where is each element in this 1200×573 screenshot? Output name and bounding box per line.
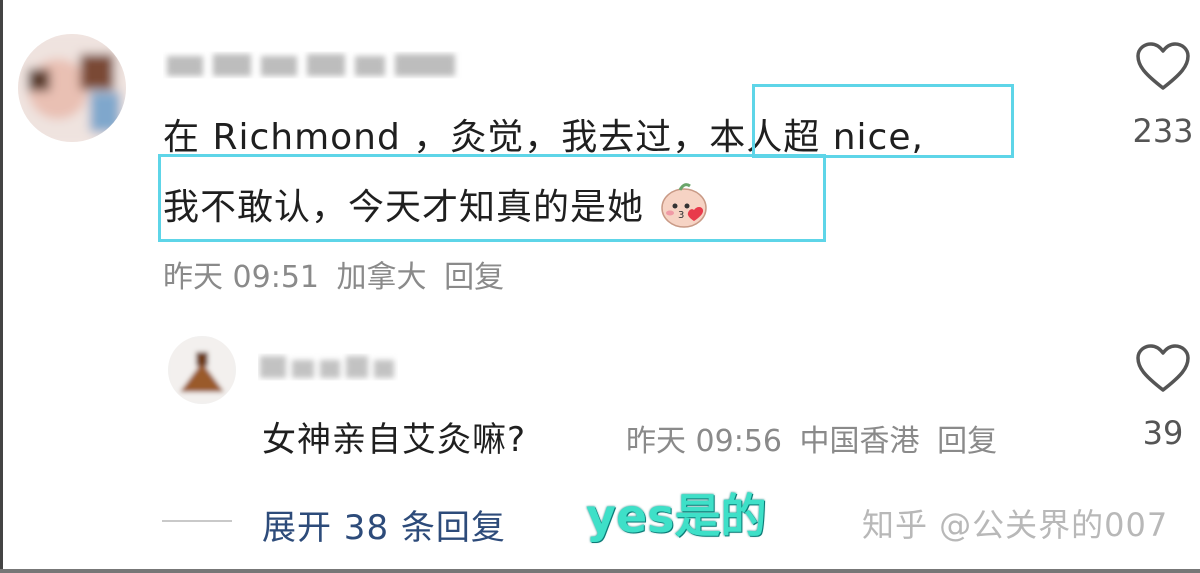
reply-avatar[interactable] [168,336,236,404]
blurred-avatar-image [168,336,236,404]
expand-replies-button[interactable]: 展开 38 条回复 [262,500,506,549]
highlight-box-top [752,84,1014,158]
blurred-username-image [167,54,455,76]
comment-time: 昨天 09:51 [163,260,319,295]
highlight-box-bottom [158,154,826,242]
commenter-avatar[interactable] [18,34,126,142]
comment-like-count: 233 [1132,112,1194,150]
reply-time: 昨天 09:56 [626,424,782,459]
overlay-caption: yes是的 [586,489,767,543]
commenter-username-blurred[interactable] [163,48,463,82]
comment-reply-button[interactable]: 回复 [444,260,504,295]
comment-like-button[interactable] [1135,42,1191,92]
blurred-username-image [260,356,394,378]
heart-outline-icon [1136,42,1190,90]
reply-location: 中国香港 [799,424,920,459]
blurred-avatar-image [18,34,126,142]
comment-thread: 在 Richmond ，灸觉，我去过，本人超 nice, 我不敢认，今天才知真的… [0,0,1200,573]
reply-like-count: 39 [1142,414,1184,452]
heart-outline-icon [1136,344,1190,392]
reply-reply-button[interactable]: 回复 [937,424,997,459]
comment-meta: 昨天 09:51 加拿大 回复 [163,252,504,296]
expand-divider-line [162,520,232,522]
reply-text: 女神亲自艾灸嘛? [262,420,527,460]
reply-like-button[interactable] [1135,344,1191,394]
screen-edge-bottom [0,569,1200,573]
watermark: 知乎 @公关界的007 [862,506,1169,544]
reply-meta: 昨天 09:56 中国香港 回复 [626,416,997,460]
reply-username-blurred[interactable] [258,350,398,384]
comment-location: 加拿大 [336,260,427,295]
screen-edge-left [0,0,3,573]
